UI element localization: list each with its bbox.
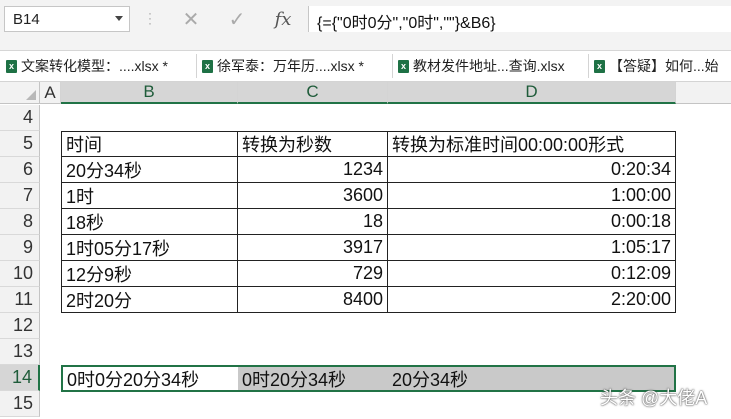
table-cell[interactable]: 1:05:17 <box>388 235 676 261</box>
table-cell[interactable]: 12分9秒 <box>61 261 238 287</box>
chevron-down-icon[interactable] <box>115 16 123 21</box>
table-cell[interactable]: 18秒 <box>61 209 238 235</box>
table-header-standard-time[interactable]: 转换为标准时间00:00:00形式 <box>388 131 676 157</box>
column-header-b[interactable]: B <box>61 82 238 104</box>
table-cell[interactable]: 729 <box>238 261 388 287</box>
row-header-5[interactable]: 5 <box>0 131 40 157</box>
drag-handle-icon[interactable]: · · · <box>148 7 152 29</box>
formula-input[interactable]: {={"0时0分","0时",""}&B6} <box>308 6 731 32</box>
workbook-tab[interactable]: x 徐军泰：万年历....xlsx * <box>198 54 393 78</box>
column-header-a[interactable]: A <box>40 82 61 104</box>
workbook-tab-label: 徐军泰：万年历....xlsx * <box>217 58 365 74</box>
table-cell[interactable]: 2时20分 <box>61 287 238 313</box>
row-header-9[interactable]: 9 <box>0 235 40 261</box>
workbook-tab-label: 【答疑】如何...始 <box>609 58 719 74</box>
row-header-12[interactable]: 12 <box>0 313 40 339</box>
workbook-tab[interactable]: x 文案转化模型：....xlsx * <box>2 54 197 78</box>
table-cell[interactable]: 1:00:00 <box>388 183 676 209</box>
enter-button[interactable]: ✓ <box>222 6 252 32</box>
row-header-11[interactable]: 11 <box>0 287 40 313</box>
workbook-tab-label: 教材发件地址...查询.xlsx <box>413 58 565 74</box>
formula-text: {={"0时0分","0时",""}&B6} <box>317 15 496 32</box>
row-header-14[interactable]: 14 <box>0 365 40 391</box>
excel-file-icon: x <box>398 59 409 73</box>
table-cell[interactable]: 18 <box>238 209 388 235</box>
row-header-7[interactable]: 7 <box>0 183 40 209</box>
table-cell[interactable]: 1234 <box>238 157 388 183</box>
watermark-text: 头条 @大佬A <box>600 388 708 408</box>
excel-file-icon: x <box>202 59 213 73</box>
table-cell[interactable]: 0:12:09 <box>388 261 676 287</box>
cancel-button[interactable]: ✕ <box>176 6 206 32</box>
row-header-10[interactable]: 10 <box>0 261 40 287</box>
column-header-blank[interactable] <box>676 82 731 104</box>
select-all-corner[interactable] <box>0 82 40 104</box>
name-box-value: B14 <box>13 11 40 28</box>
formula-bar: B14 · · · ✕ ✓ fx {={"0时0分","0时",""}&B6} <box>0 0 731 51</box>
table-cell[interactable]: 2:20:00 <box>388 287 676 313</box>
table-cell[interactable]: 3917 <box>238 235 388 261</box>
table-cell[interactable]: 1时05分17秒 <box>61 235 238 261</box>
workbook-tab-bar: x 文案转化模型：....xlsx * x 徐军泰：万年历....xlsx * … <box>0 51 731 82</box>
excel-file-icon: x <box>594 59 605 73</box>
table-cell[interactable]: 3600 <box>238 183 388 209</box>
table-header-seconds[interactable]: 转换为秒数 <box>238 131 388 157</box>
table-header-time[interactable]: 时间 <box>61 131 238 157</box>
workbook-tab-label: 文案转化模型：....xlsx * <box>21 58 169 74</box>
excel-file-icon: x <box>6 59 17 73</box>
table-cell[interactable]: 0:00:18 <box>388 209 676 235</box>
workbook-tab[interactable]: x 【答疑】如何...始 <box>590 54 731 78</box>
workbook-tab[interactable]: x 教材发件地址...查询.xlsx <box>394 54 589 78</box>
row-header-4[interactable]: 4 <box>0 105 40 131</box>
selection-border <box>61 365 676 392</box>
check-icon: ✓ <box>228 8 246 31</box>
row-header-13[interactable]: 13 <box>0 339 40 365</box>
table-cell[interactable]: 0:20:34 <box>388 157 676 183</box>
close-icon: ✕ <box>182 8 200 31</box>
row-header-6[interactable]: 6 <box>0 157 40 183</box>
row-header-8[interactable]: 8 <box>0 209 40 235</box>
table-cell[interactable]: 8400 <box>238 287 388 313</box>
table-cell[interactable]: 1时 <box>61 183 238 209</box>
column-header-d[interactable]: D <box>388 82 676 104</box>
name-box[interactable]: B14 <box>4 6 130 32</box>
fx-icon: fx <box>274 8 292 30</box>
row-header-15[interactable]: 15 <box>0 391 40 417</box>
insert-function-button[interactable]: fx <box>268 6 298 32</box>
table-cell[interactable]: 20分34秒 <box>61 157 238 183</box>
column-header-c[interactable]: C <box>238 82 388 104</box>
